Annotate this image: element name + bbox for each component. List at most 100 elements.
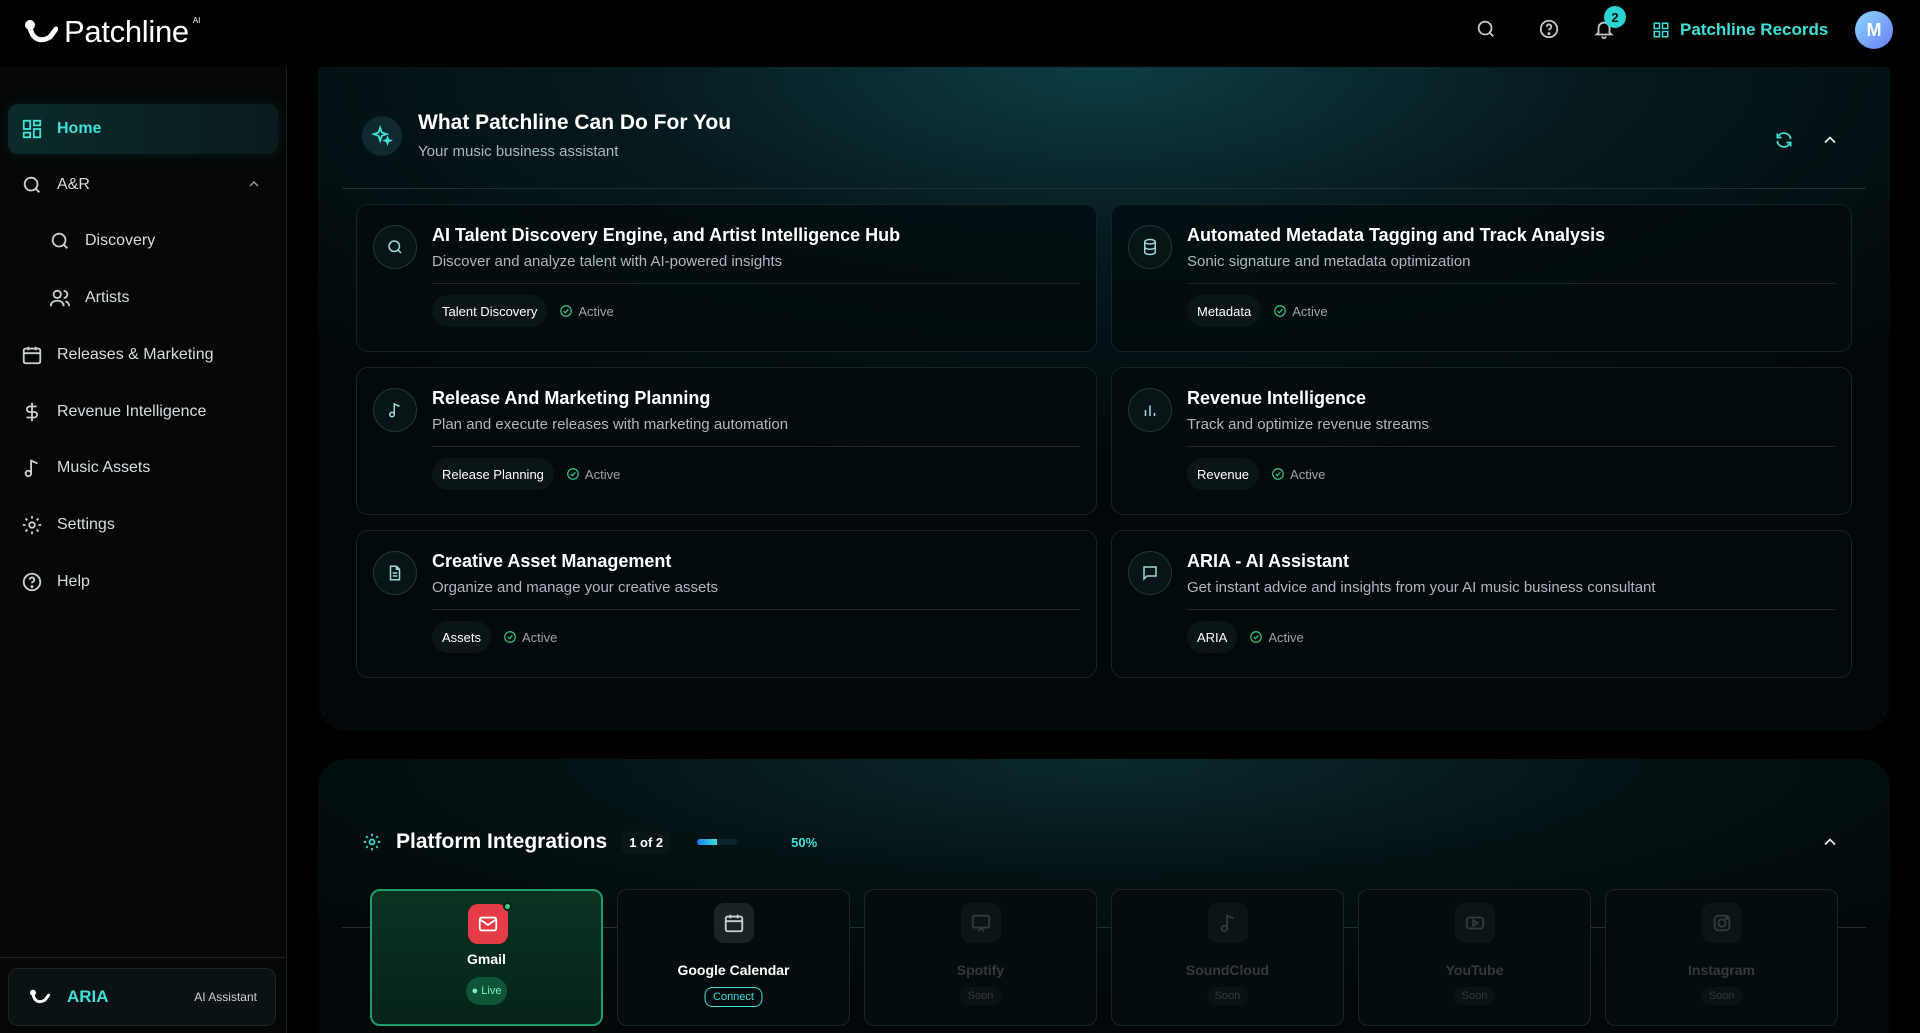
sidebar-item-releases[interactable]: Releases & Marketing [8, 330, 278, 380]
sidebar-item-label: Releases & Marketing [57, 346, 214, 363]
capability-card-release[interactable]: Release And Marketing Planning Plan and … [356, 367, 1097, 515]
card-description: Discover and analyze talent with AI-powe… [432, 253, 783, 270]
brand-name: Patchline [64, 14, 189, 49]
youtube-icon [1455, 903, 1495, 943]
integration-name: Google Calendar [677, 962, 790, 978]
capabilities-header: What Patchline Can Do For You Your music… [362, 111, 731, 160]
chevron-up-icon[interactable] [1820, 130, 1840, 150]
sidebar-item-label: Settings [57, 516, 115, 533]
workspace-switcher[interactable]: Patchline Records [1652, 17, 1828, 43]
search-icon[interactable] [1475, 18, 1497, 40]
capability-card-revenue[interactable]: Revenue Intelligence Track and optimize … [1111, 367, 1852, 515]
soon-badge: Soon [1453, 987, 1496, 1005]
sidebar-item-home[interactable]: Home [8, 104, 278, 154]
card-description: Organize and manage your creative assets [432, 579, 718, 596]
card-tag: Talent Discovery [432, 295, 548, 327]
sidebar-item-revenue[interactable]: Revenue Intelligence [8, 387, 278, 437]
notification-badge: 2 [1604, 6, 1626, 28]
status-label: Active [584, 466, 621, 482]
capability-card-aria[interactable]: ARIA - AI Assistant Get instant advice a… [1111, 530, 1852, 678]
integrations-title: Platform Integrations [396, 830, 608, 853]
card-title: ARIA - AI Assistant [1187, 551, 1350, 571]
status-badge: Active [1249, 629, 1304, 645]
integration-spotify: Spotify Soon [864, 889, 1097, 1026]
divider [1187, 283, 1835, 284]
divider [432, 609, 1080, 610]
main-content: What Patchline Can Do For You Your music… [288, 67, 1920, 1033]
integration-youtube: YouTube Soon [1358, 889, 1591, 1026]
chevron-up-icon[interactable] [1820, 832, 1840, 852]
sidebar-item-label: Discovery [85, 232, 156, 249]
divider [342, 188, 1866, 189]
chevron-up-icon[interactable] [246, 176, 262, 192]
brand-ai-mark: AI [192, 15, 201, 25]
brand-logo[interactable]: Patchline AI [22, 12, 202, 52]
check-circle-icon [1274, 305, 1287, 317]
chat-icon [1128, 551, 1172, 595]
integration-name: YouTube [1445, 962, 1504, 978]
help-icon[interactable] [1538, 18, 1560, 40]
status-badge: Active [503, 630, 557, 645]
status-label: Active [578, 303, 614, 319]
card-title: Automated Metadata Tagging and Track Ana… [1187, 225, 1606, 245]
search-icon [373, 225, 417, 269]
card-title: Revenue Intelligence [1187, 388, 1367, 408]
aria-footer: ARIA AI Assistant [0, 957, 287, 1033]
sidebar-item-anr[interactable]: A&R [8, 160, 278, 210]
mail-icon [468, 904, 508, 944]
capabilities-subtitle: Your music business assistant [418, 143, 619, 160]
capability-card-assets[interactable]: Creative Asset Management Organize and m… [356, 530, 1097, 678]
check-circle-icon [1272, 468, 1284, 480]
connect-button[interactable]: Connect [704, 987, 763, 1007]
integration-soundcloud: SoundCloud Soon [1111, 889, 1344, 1026]
card-title: Release And Marketing Planning [432, 388, 711, 408]
divider [1187, 609, 1835, 610]
avatar[interactable]: M [1855, 11, 1893, 49]
music-note-icon [1208, 903, 1248, 943]
capabilities-panel: What Patchline Can Do For You Your music… [318, 67, 1890, 731]
card-description: Sonic signature and metadata optimizatio… [1187, 253, 1471, 270]
integration-gmail[interactable]: Gmail ● Live [370, 889, 603, 1026]
capability-card-talent[interactable]: AI Talent Discovery Engine, and Artist I… [356, 204, 1097, 352]
card-tag: ARIA [1187, 621, 1238, 653]
card-description: Get instant advice and insights from you… [1187, 579, 1656, 596]
gear-icon [22, 515, 42, 535]
live-badge: ● Live [465, 977, 508, 1005]
check-circle-icon [1250, 631, 1263, 643]
card-tag: Assets [432, 621, 492, 653]
aria-assistant-button[interactable]: ARIA AI Assistant [8, 968, 276, 1026]
workspace-name: Patchline Records [1680, 20, 1829, 39]
refresh-icon[interactable] [1774, 130, 1794, 150]
sidebar-item-help[interactable]: Help [8, 557, 278, 607]
capabilities-title: What Patchline Can Do For You [418, 111, 732, 134]
soon-badge: Soon [1206, 987, 1249, 1005]
dashboard-icon [22, 119, 42, 139]
soon-badge: Soon [959, 987, 1002, 1005]
sidebar-item-label: Revenue Intelligence [57, 403, 207, 420]
live-label: Live [481, 985, 502, 997]
sidebar-item-label: Home [57, 120, 102, 137]
sidebar-item-artists[interactable]: Artists [36, 273, 278, 323]
sidebar-item-discovery[interactable]: Discovery [36, 216, 278, 266]
card-description: Plan and execute releases with marketing… [432, 416, 789, 433]
card-tag: Release Planning [432, 458, 554, 490]
divider [432, 283, 1080, 284]
aria-name: ARIA [67, 987, 109, 1006]
patchline-logo-icon [30, 989, 51, 1004]
document-icon [373, 551, 417, 595]
status-label: Active [1290, 466, 1326, 482]
search-icon [51, 232, 68, 249]
card-tag: Revenue [1187, 458, 1260, 490]
status-badge: Active [1271, 467, 1325, 482]
status-badge: Active [566, 467, 620, 482]
capability-card-metadata[interactable]: Automated Metadata Tagging and Track Ana… [1111, 204, 1852, 352]
integration-name: SoundCloud [1185, 962, 1270, 978]
integration-name: Spotify [956, 962, 1005, 978]
users-icon [49, 289, 71, 307]
check-circle-icon [504, 631, 516, 643]
integration-google-calendar[interactable]: Google Calendar Connect [617, 889, 850, 1026]
sidebar-item-music-assets[interactable]: Music Assets [8, 443, 278, 493]
status-label: Active [1268, 629, 1304, 645]
soon-badge: Soon [1700, 987, 1743, 1005]
sidebar-item-settings[interactable]: Settings [8, 500, 278, 550]
